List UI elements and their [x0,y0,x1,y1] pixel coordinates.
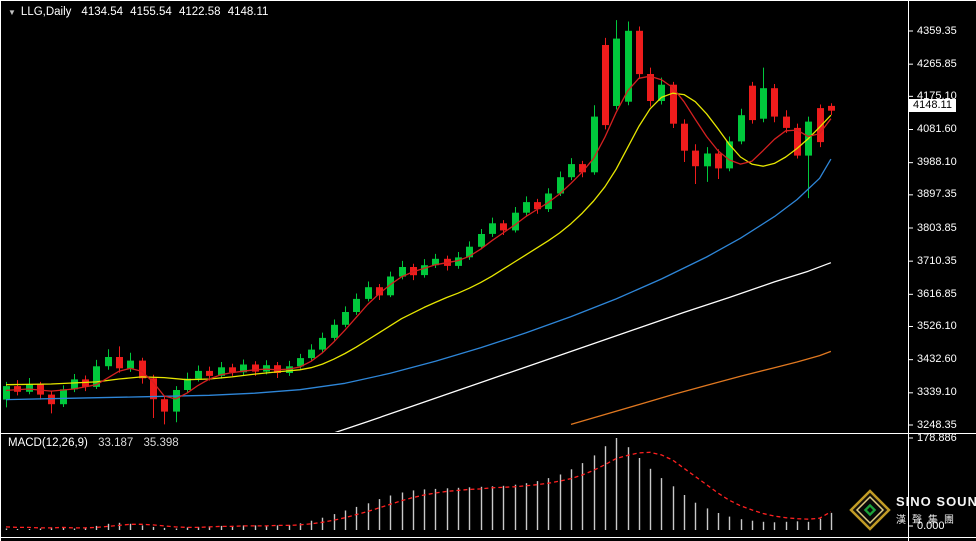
candle [613,38,620,106]
ma-lines-layer [5,75,832,432]
candle [308,349,315,359]
candle [658,84,665,101]
current-price-tag: 4148.11 [909,99,956,113]
candle [817,108,824,143]
ma-long-white [334,262,832,432]
candle [545,193,552,210]
candle [229,367,236,373]
candle [60,389,67,405]
candle [704,153,711,167]
candle [116,357,123,369]
candle [342,312,349,325]
candle [647,74,654,101]
candle [738,115,745,142]
candle [421,265,428,276]
logo-title: SINO SOUND [896,494,976,509]
candle [749,85,756,121]
macd-indicator-label: MACD(12,26,9) 33.187 35.398 [8,437,179,449]
candle [139,360,146,379]
candle [319,337,326,350]
candle [331,324,338,338]
candle [692,150,699,167]
candle [105,357,112,367]
candles-layer [3,20,835,425]
candle [184,378,191,390]
ma-longest-orange [570,350,832,426]
candle [625,30,632,102]
candle [760,88,767,119]
candle [127,360,134,369]
macd-name: MACD(12,26,9) [8,437,88,449]
candle [353,298,360,312]
candle [500,223,507,231]
logo-subtitle: 漢聲集團 [896,515,960,526]
ohlc-values: 4134.54 4155.54 4122.58 4148.11 [81,6,269,18]
symbol-ohlc-label: ▼ LLG,Daily 4134.54 4155.54 4122.58 4148… [8,6,268,18]
candle [478,234,485,247]
candle [365,287,372,299]
candle [26,384,33,392]
macd-layer [5,438,833,530]
macd-signal-value: 35.398 [143,437,179,449]
candle [48,394,55,405]
candle [206,370,213,376]
candle [3,386,10,400]
candle [591,116,598,173]
candle [602,45,609,126]
macd-main-value: 33.187 [98,437,134,449]
sino-sound-logo-icon [849,489,891,531]
ma-fast-red [5,75,832,400]
candle [568,164,575,178]
candle [173,390,180,412]
candle [828,105,835,111]
chart-window: ▼ LLG,Daily 4134.54 4155.54 4122.58 4148… [0,0,976,541]
candle [681,123,688,151]
candle [195,370,202,379]
candle [161,399,168,412]
candle [636,30,643,75]
candle [771,88,778,117]
candle [523,202,530,213]
symbol-timeframe-label: LLG,Daily [20,6,72,18]
candle [715,153,722,169]
candle [263,365,270,372]
symbol-dropdown-icon[interactable]: ▼ [8,8,16,17]
candle [455,257,462,266]
candle [783,116,790,128]
price-chart-canvas[interactable] [0,0,976,541]
candle [512,212,519,231]
sino-sound-logo: SINO SOUND 漢聲集團 [849,489,976,531]
candle [489,223,496,234]
